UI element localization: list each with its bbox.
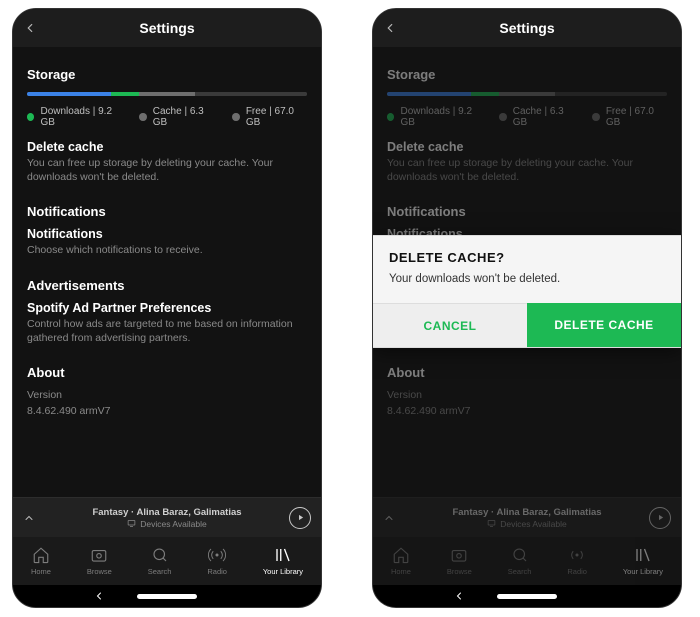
play-icon[interactable] [649, 507, 671, 529]
section-notifications: Notifications [27, 204, 307, 219]
storage-bar [387, 92, 667, 96]
system-nav [13, 585, 321, 607]
delete-cache-button[interactable]: Delete cache [387, 140, 667, 154]
nav-radio[interactable]: Radio [207, 546, 227, 576]
storage-bar-other [139, 92, 195, 96]
chevron-up-icon[interactable] [383, 512, 395, 524]
ad-prefs-item[interactable]: Spotify Ad Partner Preferences [27, 301, 307, 315]
notifications-item[interactable]: Notifications [27, 227, 307, 241]
nav-library[interactable]: Your Library [623, 546, 663, 576]
section-about: About [27, 365, 307, 380]
legend-cache: Cache | 6.3 GB [153, 106, 217, 128]
page-title: Settings [499, 20, 554, 36]
delete-cache-desc: You can free up storage by deleting your… [387, 156, 667, 184]
section-storage: Storage [387, 67, 667, 82]
storage-bar-free [195, 92, 307, 96]
system-back-icon[interactable] [453, 590, 465, 602]
nav-library[interactable]: Your Library [263, 546, 303, 576]
nav-browse[interactable]: Browse [447, 546, 472, 576]
section-notifications: Notifications [387, 204, 667, 219]
bottom-nav: Home Browse Search Radio Your Library [13, 537, 321, 585]
section-storage: Storage [27, 67, 307, 82]
bottom-nav: Home Browse Search Radio Your Library [373, 537, 681, 585]
storage-bar-cache [111, 92, 139, 96]
phone-dialog: Settings Storage Downloads | 9.2 GB Cach… [372, 8, 682, 608]
system-nav [373, 585, 681, 607]
nav-home[interactable]: Home [391, 546, 411, 576]
notifications-desc: Choose which notifications to receive. [27, 243, 307, 257]
section-about: About [387, 365, 667, 380]
devices-available[interactable]: Devices Available [45, 519, 289, 529]
home-indicator[interactable] [497, 594, 557, 599]
version-label: Version [27, 388, 307, 402]
section-advertisements: Advertisements [27, 278, 307, 293]
header: Settings [13, 9, 321, 47]
ad-prefs-desc: Control how ads are targeted to me based… [27, 317, 307, 345]
page-title: Settings [139, 20, 194, 36]
storage-legend: Downloads | 9.2 GB Cache | 6.3 GB Free |… [27, 106, 307, 128]
play-icon[interactable] [289, 507, 311, 529]
dot-cache-icon [139, 113, 146, 121]
now-playing-bar[interactable]: Fantasy · Alina Baraz, Galimatias Device… [373, 497, 681, 537]
storage-bar-downloads [27, 92, 111, 96]
dot-free-icon [232, 113, 239, 121]
delete-cache-desc: You can free up storage by deleting your… [27, 156, 307, 184]
home-indicator[interactable] [137, 594, 197, 599]
nav-browse[interactable]: Browse [87, 546, 112, 576]
now-playing-title: Fantasy · Alina Baraz, Galimatias [45, 507, 289, 518]
chevron-up-icon[interactable] [23, 512, 35, 524]
dot-downloads-icon [27, 113, 34, 121]
legend-free: Free | 67.0 GB [246, 106, 307, 128]
content: Storage Downloads | 9.2 GB Cache | 6.3 G… [13, 47, 321, 487]
nav-search[interactable]: Search [148, 546, 172, 576]
nav-home[interactable]: Home [31, 546, 51, 576]
storage-legend: Downloads | 9.2 GB Cache | 6.3 GB Free |… [387, 106, 667, 128]
nav-radio[interactable]: Radio [567, 546, 587, 576]
dialog-title: DELETE CACHE? [389, 250, 665, 265]
delete-cache-dialog: DELETE CACHE? Your downloads won't be de… [373, 235, 681, 348]
dialog-message: Your downloads won't be deleted. [389, 273, 665, 285]
storage-bar [27, 92, 307, 96]
header: Settings [373, 9, 681, 47]
legend-downloads: Downloads | 9.2 GB [40, 106, 123, 128]
version-value: 8.4.62.490 armV7 [27, 404, 307, 418]
back-icon[interactable] [23, 21, 37, 35]
system-back-icon[interactable] [93, 590, 105, 602]
delete-cache-confirm-button[interactable]: DELETE CACHE [527, 303, 681, 347]
nav-search[interactable]: Search [508, 546, 532, 576]
cancel-button[interactable]: CANCEL [373, 303, 527, 347]
back-icon[interactable] [383, 21, 397, 35]
now-playing-bar[interactable]: Fantasy · Alina Baraz, Galimatias Device… [13, 497, 321, 537]
delete-cache-button[interactable]: Delete cache [27, 140, 307, 154]
phone-settings: Settings Storage Downloads | 9.2 GB Cach… [12, 8, 322, 608]
